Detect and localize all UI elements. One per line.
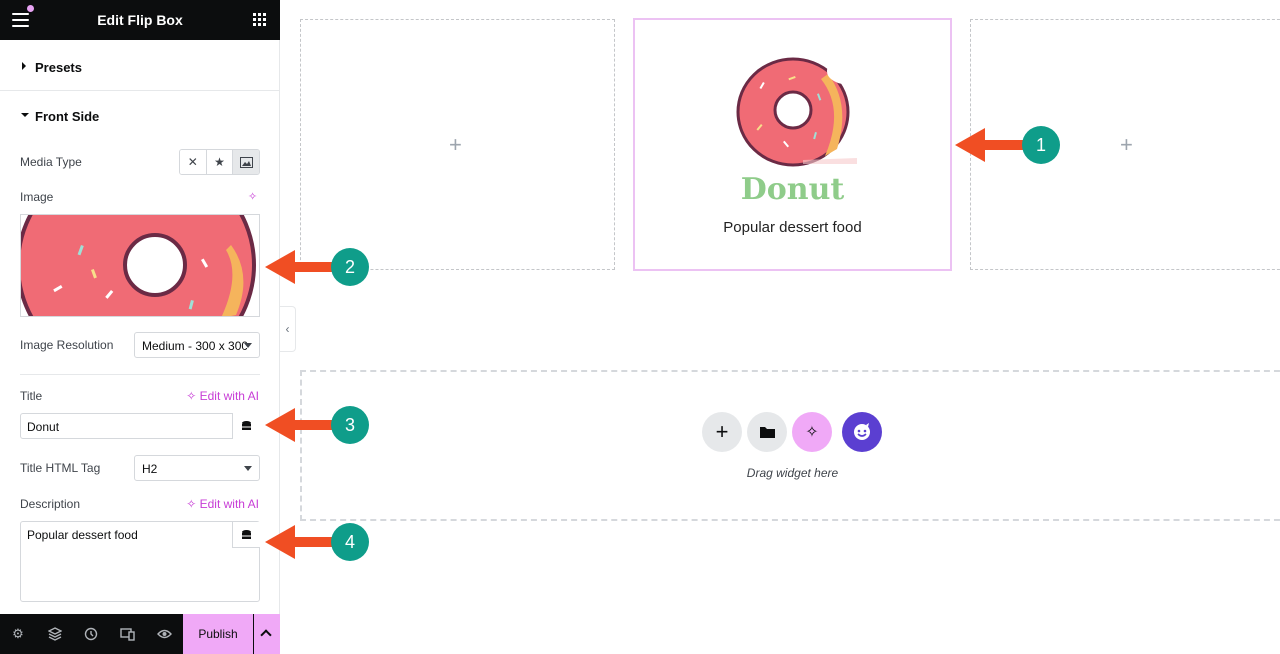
callout-number: 1 bbox=[1022, 126, 1060, 164]
arrow-1 bbox=[955, 128, 1025, 162]
callout-arrows bbox=[265, 128, 1025, 559]
callout-number: 2 bbox=[331, 248, 369, 286]
callout-number: 4 bbox=[331, 523, 369, 561]
arrow-4 bbox=[265, 525, 335, 559]
callout-number: 3 bbox=[331, 406, 369, 444]
arrow-3 bbox=[265, 408, 335, 442]
arrow-2 bbox=[265, 250, 335, 284]
